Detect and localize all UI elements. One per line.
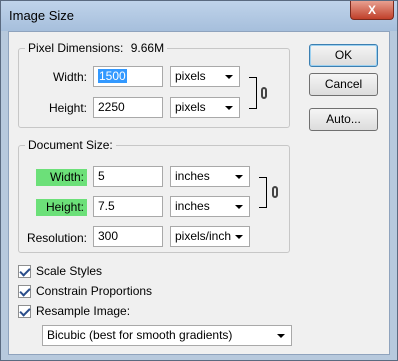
resolution-value: 300: [98, 229, 119, 243]
chain-link-icon: [261, 87, 267, 99]
doc-width-label-text: Width:: [49, 170, 84, 184]
pixel-width-value: 1500: [98, 69, 127, 83]
doc-height-input[interactable]: 7.5: [93, 196, 163, 217]
document-size-legend: Document Size:: [25, 138, 116, 152]
link-bracket: [259, 177, 267, 208]
cancel-button[interactable]: Cancel: [309, 73, 378, 96]
resample-image-checkbox[interactable]: [18, 305, 31, 318]
pixel-height-value: 2250: [98, 100, 125, 114]
chain-link-icon: [272, 186, 278, 198]
resample-method-value: Bicubic (best for smooth gradients): [47, 328, 233, 342]
chevron-down-icon: [225, 106, 233, 110]
close-button[interactable]: X: [350, 1, 394, 20]
scale-styles-checkbox[interactable]: [18, 265, 31, 278]
resample-image-label: Resample Image:: [36, 304, 131, 318]
pixel-height-unit: pixels: [175, 100, 206, 114]
doc-width-unit: inches: [175, 169, 210, 183]
chevron-down-icon: [277, 334, 285, 338]
pixel-dimensions-legend: Pixel Dimensions: 9.66M: [25, 41, 168, 55]
doc-height-label: Height:: [36, 199, 87, 216]
constrain-proportions-label: Constrain Proportions: [36, 284, 153, 298]
doc-height-unit: inches: [175, 199, 210, 213]
auto-button[interactable]: Auto...: [309, 108, 378, 131]
pixel-dimensions-label: Pixel Dimensions:: [28, 41, 124, 55]
link-bracket: [249, 77, 257, 109]
doc-height-value: 7.5: [98, 199, 115, 213]
pixel-height-label: Height:: [48, 101, 87, 115]
pixel-width-unit: pixels: [175, 69, 206, 83]
doc-height-label-text: Height:: [45, 200, 84, 214]
scale-styles-label: Scale Styles: [36, 264, 103, 278]
doc-width-input[interactable]: 5: [93, 166, 163, 187]
resolution-label: Resolution:: [26, 231, 87, 245]
chevron-down-icon: [235, 235, 243, 239]
chevron-down-icon: [235, 205, 243, 209]
resolution-unit-select[interactable]: pixels/inch: [170, 226, 250, 247]
dialog-title: Image Size: [9, 8, 75, 23]
doc-height-unit-select[interactable]: inches: [170, 196, 250, 217]
resolution-unit: pixels/inch: [175, 229, 232, 243]
doc-width-label: Width:: [36, 169, 87, 186]
ok-button[interactable]: OK: [309, 44, 378, 67]
pixel-width-unit-select[interactable]: pixels: [170, 66, 240, 87]
doc-width-unit-select[interactable]: inches: [170, 166, 250, 187]
constrain-proportions-checkbox[interactable]: [18, 285, 31, 298]
doc-width-value: 5: [98, 169, 105, 183]
pixel-dimensions-size: 9.66M: [130, 41, 165, 55]
chevron-down-icon: [225, 75, 233, 79]
title-bar[interactable]: Image Size X: [1, 1, 397, 31]
image-size-dialog: Image Size X Pixel Dimensions: 9.66M Wid…: [0, 0, 398, 361]
pixel-height-unit-select[interactable]: pixels: [170, 97, 240, 118]
dialog-body: Pixel Dimensions: 9.66M Width: 1500 pixe…: [8, 31, 390, 355]
pixel-width-input[interactable]: 1500: [93, 66, 163, 87]
chevron-down-icon: [235, 175, 243, 179]
resample-method-select[interactable]: Bicubic (best for smooth gradients): [42, 325, 292, 346]
resolution-input[interactable]: 300: [93, 226, 163, 247]
pixel-width-label: Width:: [52, 70, 87, 84]
pixel-height-input[interactable]: 2250: [93, 97, 163, 118]
